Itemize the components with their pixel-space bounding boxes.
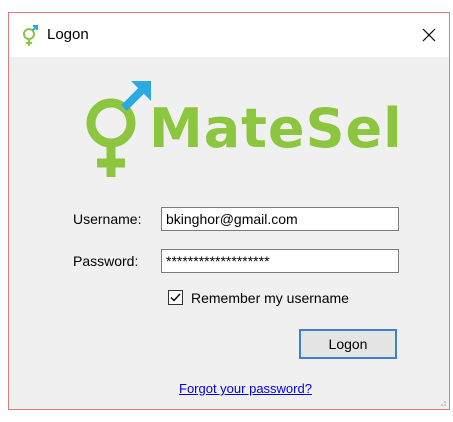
password-label: Password:: [73, 253, 139, 269]
remember-username-checkbox[interactable]: [168, 290, 183, 305]
window-title: Logon: [47, 26, 89, 43]
forgot-password-link[interactable]: Forgot your password?: [179, 381, 312, 396]
remember-username-label[interactable]: Remember my username: [191, 290, 349, 306]
logo-text: MateSel: [149, 97, 403, 160]
close-button[interactable]: [409, 13, 449, 57]
logon-window: Logon MateSel Username: Password: Rememb…: [8, 12, 450, 410]
password-input[interactable]: [161, 249, 399, 273]
resize-grip-icon[interactable]: [437, 397, 447, 407]
matesel-logo: MateSel: [81, 77, 403, 187]
title-bar: Logon: [9, 13, 449, 57]
username-label: Username:: [73, 211, 142, 227]
male-female-symbol-icon: [23, 25, 38, 46]
username-input[interactable]: [161, 207, 399, 231]
close-icon[interactable]: [422, 28, 436, 42]
logon-button[interactable]: Logon: [299, 329, 397, 359]
checkmark-icon: [170, 293, 181, 302]
